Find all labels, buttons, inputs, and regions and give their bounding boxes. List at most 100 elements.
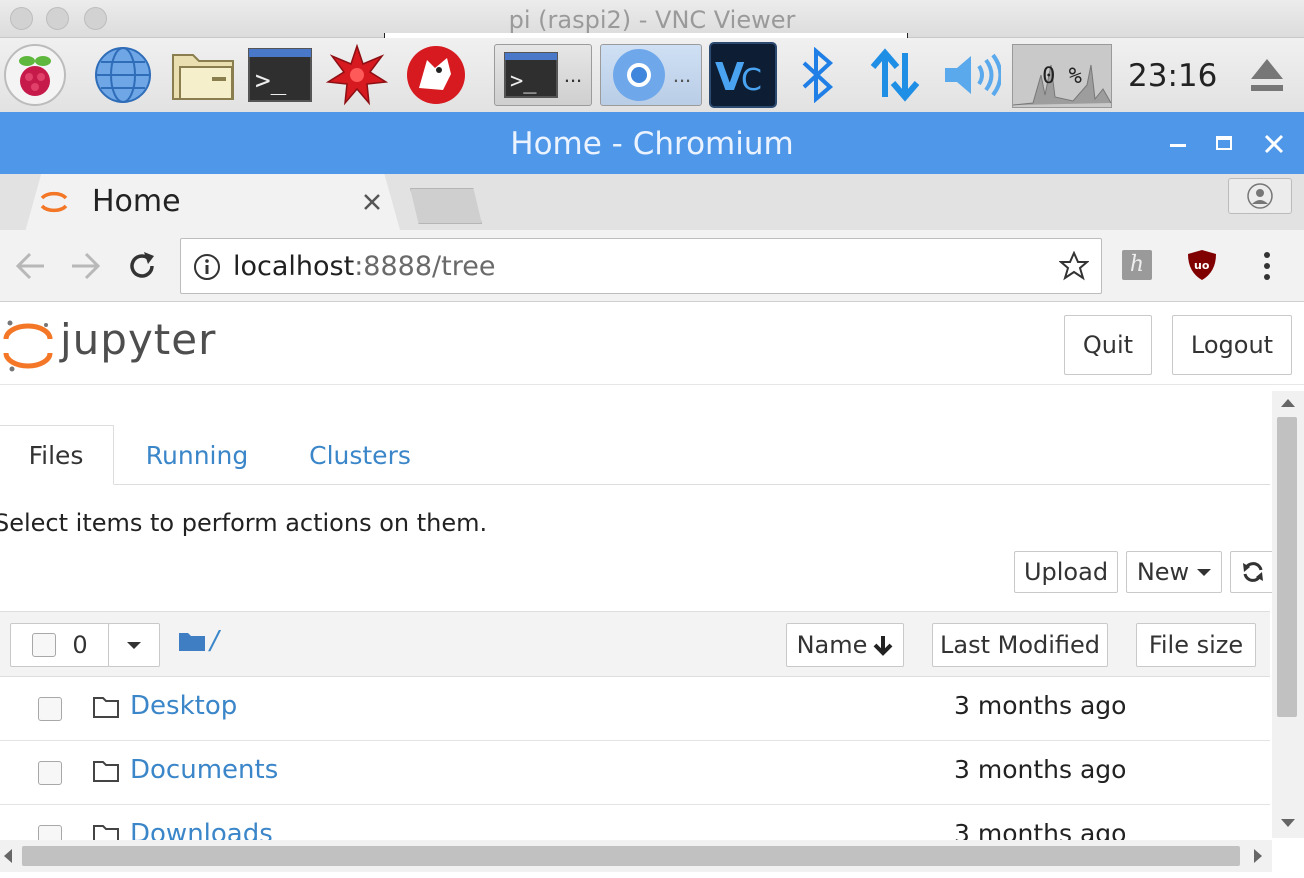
sort-modified-button[interactable]: Last Modified [932, 623, 1108, 667]
jupyter-brand[interactable]: jupyter [60, 315, 216, 364]
close-icon[interactable] [1264, 134, 1284, 154]
select-menu-button[interactable] [108, 623, 160, 667]
file-modified: 3 months ago [954, 691, 1127, 720]
ublock-extension-icon[interactable]: uo [1186, 248, 1218, 282]
file-manager-launcher[interactable] [168, 44, 238, 106]
minimize-icon[interactable] [1170, 144, 1186, 147]
taskbar-terminal-label: ... [563, 62, 583, 87]
bluetooth-button[interactable] [790, 44, 846, 106]
notebook-tabs: Files Running Clusters [0, 425, 1270, 485]
screen: pi (raspi2) - VNC Viewer >_ >_ ... ... V… [0, 0, 1304, 878]
file-modified: 3 months ago [954, 755, 1127, 784]
file-name-link[interactable]: Downloads [130, 819, 273, 840]
raspberry-menu-button[interactable] [2, 44, 68, 106]
horizontal-scroll-thumb[interactable] [22, 846, 1240, 866]
maximize-icon[interactable] [1216, 136, 1232, 150]
table-row[interactable]: Documents 3 months ago [0, 741, 1270, 805]
vnc-server-button[interactable]: V C [708, 42, 778, 108]
svg-text:>_: >_ [510, 69, 537, 94]
sort-name-button[interactable]: Name [786, 623, 904, 667]
scroll-down-icon[interactable] [1281, 819, 1295, 827]
address-bar[interactable]: localhost:8888/tree [180, 238, 1102, 294]
hypothesis-extension-icon[interactable]: h [1122, 250, 1152, 280]
mathematica-launcher[interactable] [324, 44, 390, 106]
raspberry-menu-icon [4, 44, 66, 106]
scroll-right-icon[interactable] [1254, 849, 1262, 863]
file-name-link[interactable]: Documents [130, 755, 278, 785]
breadcrumb-root[interactable]: / [210, 626, 219, 656]
svg-text:uo: uo [1194, 259, 1210, 272]
jupyter-page: jupyter Quit Logout Files Running Cluste… [0, 303, 1304, 878]
jupyter-logo-icon[interactable] [2, 317, 54, 373]
bookmark-star-icon[interactable] [1059, 251, 1089, 281]
scroll-left-icon[interactable] [4, 849, 12, 863]
caret-down-icon [127, 641, 141, 649]
chromium-window-title: Home - Chromium [510, 126, 794, 162]
select-all-button[interactable]: 0 [10, 623, 110, 667]
eject-button[interactable] [1240, 44, 1294, 106]
file-modified: 3 months ago [954, 819, 1127, 840]
new-button-label: New [1136, 558, 1190, 586]
selection-hint: Select items to perform actions on them. [0, 509, 488, 537]
profile-icon [1247, 183, 1273, 209]
vertical-scrollbar[interactable] [1272, 391, 1304, 838]
table-row[interactable]: Desktop 3 months ago [0, 677, 1270, 741]
select-all-checkbox[interactable] [32, 633, 57, 657]
network-button[interactable] [862, 44, 928, 106]
file-name-link[interactable]: Desktop [130, 691, 237, 721]
refresh-button[interactable] [1230, 551, 1276, 593]
eject-icon [1251, 59, 1283, 91]
taskbar-chromium-window[interactable]: ... [600, 44, 702, 106]
browser-tabstrip: Home [0, 174, 1304, 230]
cpu-monitor: 0 % [1012, 44, 1112, 108]
forward-arrow-icon[interactable] [70, 250, 102, 282]
menu-kebab-icon[interactable] [1262, 250, 1272, 282]
tab-running[interactable]: Running [132, 425, 262, 485]
jupyter-header: jupyter Quit Logout [0, 303, 1304, 385]
refresh-icon [1243, 562, 1263, 582]
tab-files[interactable]: Files [0, 425, 114, 485]
folder-icon [93, 697, 119, 718]
profile-button[interactable] [1228, 178, 1292, 214]
selected-count: 0 [72, 631, 88, 659]
volume-button[interactable] [938, 44, 1004, 106]
address-host: localhost [233, 251, 355, 282]
terminal-icon: >_ [248, 48, 312, 102]
new-dropdown-button[interactable]: New [1126, 551, 1222, 593]
horizontal-scrollbar[interactable] [0, 840, 1272, 872]
table-row[interactable]: Downloads 3 months ago [0, 805, 1270, 840]
folder-solid-icon[interactable] [178, 630, 206, 652]
row-checkbox[interactable] [38, 761, 62, 785]
quit-button[interactable]: Quit [1064, 315, 1152, 375]
taskbar-terminal-window[interactable]: >_ ... [494, 44, 592, 106]
tab-clusters[interactable]: Clusters [296, 425, 424, 485]
browser-tab-title: Home [92, 184, 181, 219]
sort-size-button[interactable]: File size [1136, 623, 1256, 667]
taskbar-chromium-label: ... [672, 62, 692, 87]
cpu-percent: 0 % [1042, 63, 1082, 89]
scroll-up-icon[interactable] [1281, 399, 1295, 407]
wolfram-launcher[interactable] [402, 44, 470, 106]
row-checkbox[interactable] [38, 697, 62, 721]
logout-button[interactable]: Logout [1172, 315, 1292, 375]
vertical-scroll-thumb[interactable] [1277, 417, 1297, 717]
browser-toolbar: localhost:8888/tree h uo [0, 230, 1304, 302]
terminal-launcher[interactable]: >_ [246, 44, 314, 106]
reload-icon[interactable] [126, 250, 158, 282]
chromium-titlebar: Home - Chromium [0, 112, 1304, 174]
address-text[interactable]: localhost:8888/tree [233, 251, 495, 282]
folder-icon [93, 761, 119, 782]
row-checkbox[interactable] [38, 825, 62, 840]
site-info-icon[interactable] [193, 253, 221, 281]
column-name-label: Name [796, 631, 868, 659]
browser-tab-home[interactable]: Home [25, 174, 400, 230]
web-browser-launcher[interactable] [90, 44, 156, 106]
svg-text:C: C [741, 63, 762, 98]
upload-button[interactable]: Upload [1014, 551, 1118, 593]
folder-icon [93, 825, 119, 840]
taskbar-clock[interactable]: 23:16 [1128, 58, 1217, 94]
back-arrow-icon[interactable] [14, 250, 46, 282]
network-icon [870, 48, 920, 102]
tab-close-icon[interactable] [362, 192, 382, 212]
new-tab-button[interactable] [410, 188, 482, 224]
